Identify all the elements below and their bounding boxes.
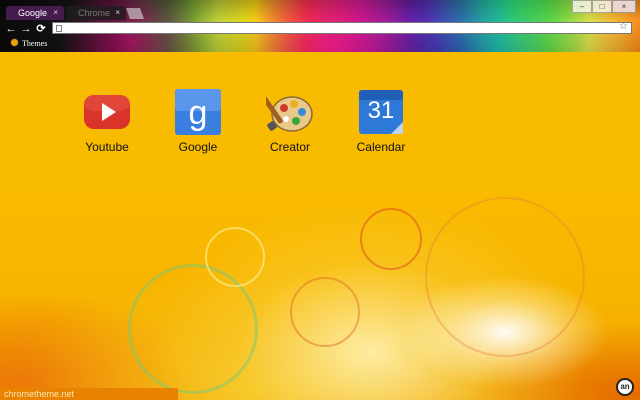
decor-ring bbox=[425, 197, 585, 357]
maximize-button[interactable]: □ bbox=[592, 0, 612, 13]
new-tab-button[interactable] bbox=[125, 8, 145, 19]
close-window-button[interactable]: × bbox=[612, 0, 636, 13]
tab-google[interactable]: Google × bbox=[6, 6, 64, 20]
forward-arrow-icon[interactable]: → bbox=[20, 22, 32, 36]
status-bar: chrometheme.net bbox=[0, 388, 178, 400]
decor-ring bbox=[360, 208, 422, 270]
svg-text:g: g bbox=[189, 94, 208, 132]
page-icon bbox=[56, 25, 62, 32]
back-arrow-icon[interactable]: ← bbox=[5, 22, 17, 36]
app-calendar[interactable]: 31 Calendar bbox=[346, 88, 416, 154]
decor-ring bbox=[290, 277, 360, 347]
reload-icon[interactable]: ⟳ bbox=[35, 22, 47, 36]
app-label: Youtube bbox=[85, 140, 129, 154]
app-google[interactable]: g Google bbox=[163, 88, 233, 154]
minimize-button[interactable]: – bbox=[572, 0, 592, 13]
app-creator[interactable]: Creator bbox=[255, 88, 325, 154]
theme-logo: an bbox=[616, 378, 634, 396]
address-bar[interactable]: ☆ bbox=[52, 21, 632, 34]
app-launcher: Youtube g Google Creator 31 Calendar bbox=[72, 88, 472, 158]
calendar-date-badge: 31 bbox=[367, 97, 395, 124]
palette-icon bbox=[261, 88, 314, 136]
window-controls: – □ × bbox=[572, 0, 636, 13]
bookmark-themes[interactable]: Themes bbox=[10, 38, 47, 50]
tab-close-icon[interactable]: × bbox=[115, 6, 120, 20]
browser-chrome: Google × Chrome × – □ × ← → ⟳ ☆ Themes bbox=[0, 0, 640, 52]
tab-label: Google bbox=[18, 8, 48, 18]
app-label: Calendar bbox=[356, 140, 406, 154]
star-icon[interactable]: ☆ bbox=[619, 21, 628, 32]
app-label: Google bbox=[178, 140, 218, 154]
bookmark-favicon-icon bbox=[10, 38, 19, 47]
decor-ring bbox=[205, 227, 265, 287]
bookmarks-bar: Themes bbox=[0, 38, 640, 50]
calendar-icon: 31 bbox=[357, 88, 405, 136]
tab-chrome[interactable]: Chrome × bbox=[66, 6, 126, 20]
app-youtube[interactable]: Youtube bbox=[72, 88, 142, 154]
app-label: Creator bbox=[269, 140, 310, 154]
google-icon: g bbox=[174, 88, 222, 136]
tab-close-icon[interactable]: × bbox=[53, 6, 58, 20]
new-tab-page: Youtube g Google Creator 31 Calendar an bbox=[0, 52, 640, 400]
youtube-icon bbox=[83, 88, 131, 136]
bookmark-label: Themes bbox=[22, 39, 48, 48]
tab-label: Chrome bbox=[78, 8, 111, 18]
